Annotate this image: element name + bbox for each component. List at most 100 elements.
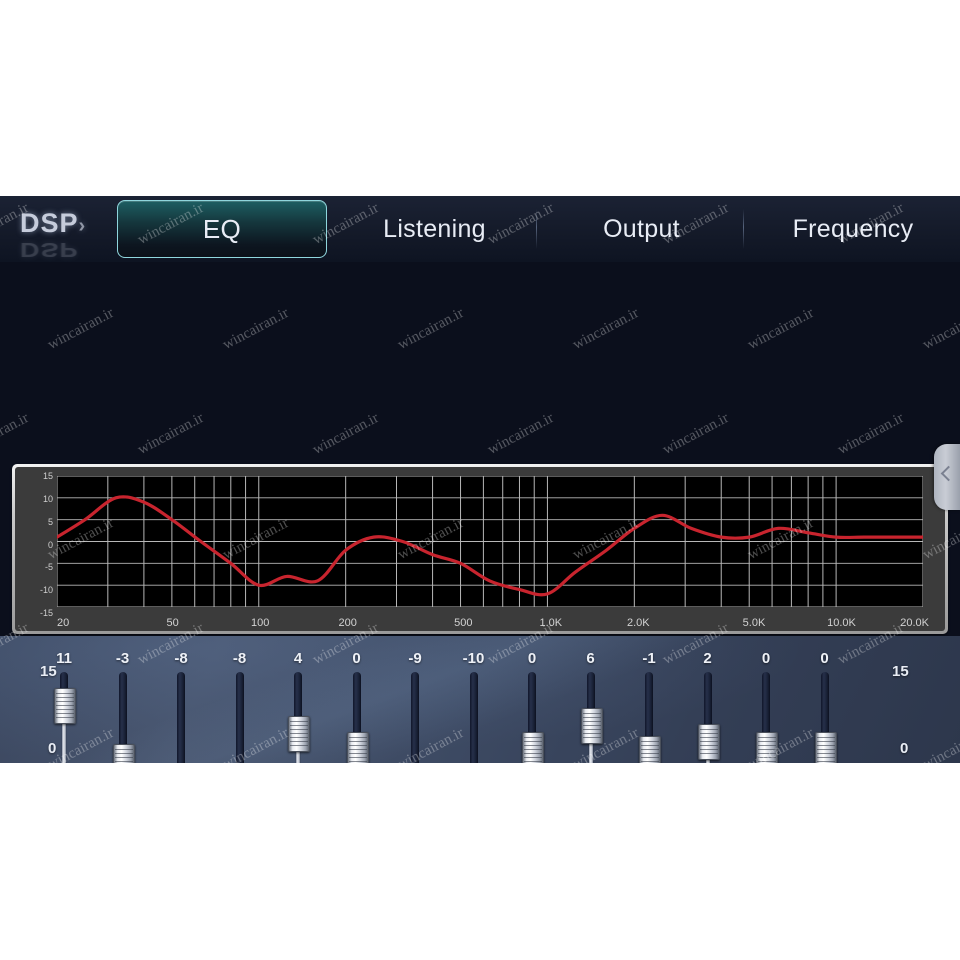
slider-track-upper xyxy=(118,672,127,748)
watermark-text: wincairan.ir xyxy=(920,305,960,354)
slider-track-upper xyxy=(645,672,653,740)
band-gain-value: 0 xyxy=(527,650,537,667)
slider-thumb[interactable] xyxy=(814,732,837,763)
watermark-text: wincairan.ir xyxy=(310,410,382,459)
scale-top-right: 15 xyxy=(892,663,909,680)
band-gain-value: 2 xyxy=(703,650,712,667)
graph-x-tick: 20 xyxy=(57,617,70,629)
graph-curve-svg xyxy=(57,476,923,607)
band-gain-slider[interactable] xyxy=(36,672,92,763)
band-gain-slider[interactable] xyxy=(270,672,326,763)
band-gain-value: -10 xyxy=(462,650,485,667)
band-gain-slider[interactable] xyxy=(797,672,853,763)
band-gain-value: -8 xyxy=(232,650,247,667)
band-gain-slider[interactable] xyxy=(621,672,677,763)
band-gain-slider[interactable] xyxy=(563,672,619,763)
band-gain-slider[interactable] xyxy=(738,672,794,763)
tab-listening[interactable]: Listening xyxy=(332,196,537,262)
watermark-text: wincairan.ir xyxy=(135,410,207,459)
slider-thumb[interactable] xyxy=(756,732,778,763)
band-gain-slider[interactable] xyxy=(446,672,502,763)
slider-thumb[interactable] xyxy=(346,732,369,763)
watermark-text: wincairan.ir xyxy=(0,410,32,459)
band-gain-value: -9 xyxy=(408,650,422,667)
band-gain-slider[interactable] xyxy=(329,672,385,763)
slider-track-upper xyxy=(586,672,595,712)
watermark-text: wincairan.ir xyxy=(45,305,117,354)
graph-x-tick: 1.0K xyxy=(539,617,563,629)
slider-track-upper xyxy=(235,672,244,763)
graph-y-tick: -5 xyxy=(44,562,53,573)
band-gain-slider[interactable] xyxy=(387,672,443,763)
graph-plot-area[interactable] xyxy=(57,476,923,607)
slider-thumb[interactable] xyxy=(522,732,544,763)
watermark-text: wincairan.ir xyxy=(570,305,642,354)
slider-track-upper xyxy=(762,672,770,736)
watermark-text: wincairan.ir xyxy=(485,410,557,459)
slider-track-upper xyxy=(469,672,478,763)
watermark-text: wincairan.ir xyxy=(660,410,732,459)
chevron-left-icon xyxy=(940,465,957,482)
watermark-text: wincairan.ir xyxy=(745,305,817,354)
scale-mid-left: 0 xyxy=(48,740,57,757)
scale-top-left: 15 xyxy=(40,663,57,680)
dsp-logo: DSP DSP xyxy=(20,204,116,261)
band-gain-value: 6 xyxy=(586,650,595,667)
band-gain-value: 4 xyxy=(293,650,303,667)
tab-eq[interactable]: EQ xyxy=(117,200,327,258)
tab-separator xyxy=(743,209,744,249)
graph-frame: 15 10 5 0 -5 -10 -15 20 50 100 200 500 1.0K 2.0K 5.0K… xyxy=(12,464,948,634)
slider-thumb[interactable] xyxy=(54,688,76,724)
graph-x-tick: 20.0K xyxy=(900,617,929,629)
slider-thumb[interactable] xyxy=(112,744,135,763)
slider-track-upper xyxy=(703,672,712,728)
side-panel-pulltab[interactable] xyxy=(934,444,960,510)
band-gain-value: 0 xyxy=(820,650,829,667)
band-gain-slider[interactable] xyxy=(153,672,209,763)
slider-thumb[interactable] xyxy=(580,708,603,744)
dsp-logo-reflection: DSP xyxy=(20,238,79,262)
tab-eq-label: EQ xyxy=(202,214,242,244)
slider-track-upper xyxy=(411,672,419,763)
eq-response-graph[interactable]: 15 10 5 0 -5 -10 -15 20 50 100 200 500 1.0K 2.0K 5.0K… xyxy=(12,464,948,634)
graph-x-tick: 500 xyxy=(454,617,473,629)
scale-mid-right: 0 xyxy=(900,740,909,757)
graph-x-tick: 50 xyxy=(166,617,179,629)
band-gain-value: 0 xyxy=(761,650,771,667)
graph-y-tick: 10 xyxy=(42,493,53,504)
dsp-app-window: DSP DSP EQ Listening Output Frequency 15… xyxy=(0,196,960,763)
slider-thumb[interactable] xyxy=(697,724,720,760)
tab-separator xyxy=(536,209,537,249)
band-gain-slider[interactable] xyxy=(680,672,736,763)
tab-listening-label: Listening xyxy=(383,215,486,243)
slider-track-upper xyxy=(177,672,185,763)
band-gain-value: -8 xyxy=(174,650,188,667)
graph-y-tick: 0 xyxy=(47,539,53,550)
slider-thumb[interactable] xyxy=(639,736,661,763)
band-gain-slider[interactable] xyxy=(95,672,151,763)
band-gain-value: -3 xyxy=(115,650,130,667)
slider-track-upper xyxy=(820,672,829,736)
graph-x-tick: 200 xyxy=(338,617,357,629)
band-gain-value: -1 xyxy=(642,650,656,667)
graph-x-tick: 5.0K xyxy=(742,617,766,629)
tab-output[interactable]: Output xyxy=(539,196,744,262)
band-gain-slider[interactable] xyxy=(212,672,268,763)
graph-x-tick: 10.0K xyxy=(827,617,856,629)
graph-y-tick: -10 xyxy=(39,585,53,596)
slider-track-upper xyxy=(294,672,302,720)
tab-frequency-label: Frequency xyxy=(792,215,914,243)
tab-frequency[interactable]: Frequency xyxy=(746,196,960,262)
graph-x-tick: 100 xyxy=(250,617,270,629)
graph-inner: 15 10 5 0 -5 -10 -15 20 50 100 200 500 1.0K 2.0K 5.0K… xyxy=(15,467,945,631)
slider-thumb[interactable] xyxy=(288,716,310,752)
tab-bar: DSP DSP EQ Listening Output Frequency xyxy=(0,196,960,262)
slider-bank: 11 -3 -8 -8 4 0 -9 -10 0 6 -1 2 0 0 xyxy=(0,636,960,763)
tab-output-label: Output xyxy=(603,215,680,243)
graph-x-tick: 2.0K xyxy=(627,617,650,629)
band-gain-slider[interactable] xyxy=(504,672,560,763)
eq-controls-panel: 11-3-8-840-9-1006-1200 15 0 -15 15 0 -15… xyxy=(0,636,960,763)
graph-y-tick: -15 xyxy=(39,608,53,618)
dsp-logo-text: DSP xyxy=(20,208,86,239)
graph-y-tick: 5 xyxy=(47,516,53,527)
